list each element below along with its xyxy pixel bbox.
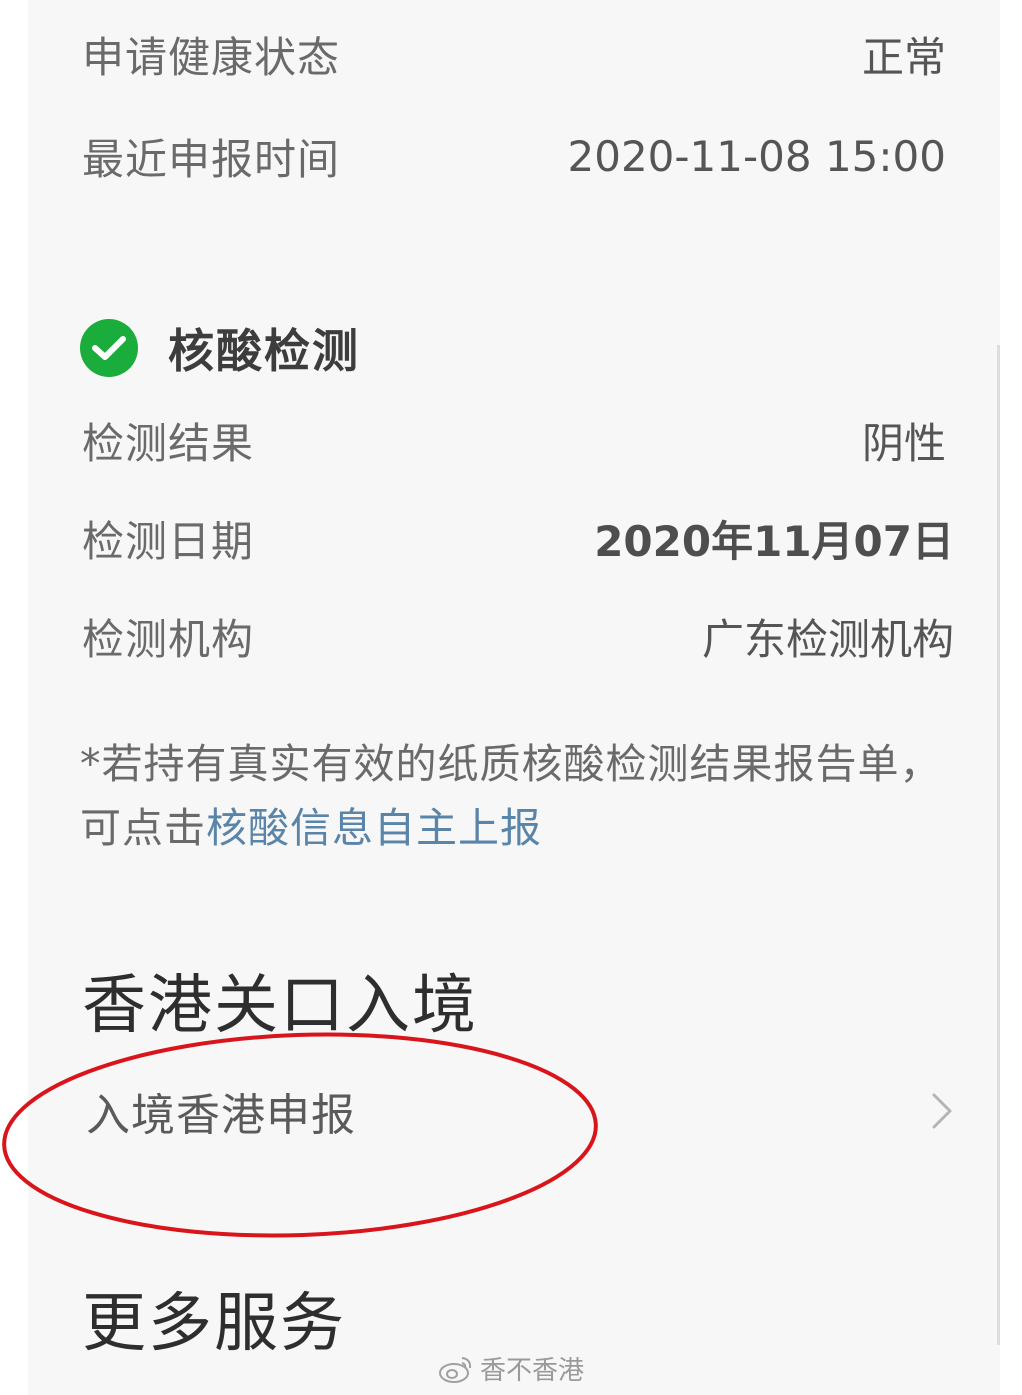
test-org-row: 检测机构 广东检测机构 (82, 604, 954, 668)
health-status-label: 申请健康状态 (82, 32, 341, 82)
test-org-label: 检测机构 (82, 614, 255, 664)
weibo-watermark: 香不香港 (438, 1350, 584, 1387)
check-circle-icon (80, 319, 138, 377)
paper-report-note: *若持有真实有效的纸质核酸检测结果报告单，可点击核酸信息自主上报 (80, 732, 960, 860)
scrollbar[interactable] (997, 345, 1000, 1345)
test-result-row: 检测结果 阴性 (82, 408, 946, 472)
test-result-label: 检测结果 (82, 418, 255, 468)
health-status-row: 申请健康状态 正常 (82, 22, 946, 86)
report-time-label: 最近申报时间 (82, 134, 341, 184)
report-time-row: 最近申报时间 2020-11-08 15:00 (82, 124, 946, 188)
nucleic-test-title: 核酸检测 (168, 324, 360, 378)
chevron-right-icon (932, 1093, 952, 1129)
hk-entry-declare-item[interactable]: 入境香港申报 (86, 1076, 954, 1146)
test-date-label: 检测日期 (82, 516, 255, 566)
test-result-value: 阴性 (861, 418, 946, 468)
nucleic-test-header: 核酸检测 (80, 312, 360, 384)
hk-entry-declare-label: 入境香港申报 (86, 1090, 356, 1141)
test-org-value: 广东检测机构 (701, 614, 954, 664)
watermark-text: 香不香港 (480, 1356, 585, 1386)
more-services-title: 更多服务 (82, 1287, 346, 1361)
test-date-value: 2020年11月07日 (594, 516, 954, 566)
content-panel (28, 0, 1000, 1395)
weibo-logo-icon (439, 1356, 472, 1383)
self-report-link[interactable]: 核酸信息自主上报 (206, 804, 542, 852)
report-time-value: 2020-11-08 15:00 (567, 131, 946, 181)
health-status-value: 正常 (861, 32, 946, 82)
test-date-row: 检测日期 2020年11月07日 (82, 506, 954, 570)
hk-entry-section-title: 香港关口入境 (82, 969, 478, 1043)
